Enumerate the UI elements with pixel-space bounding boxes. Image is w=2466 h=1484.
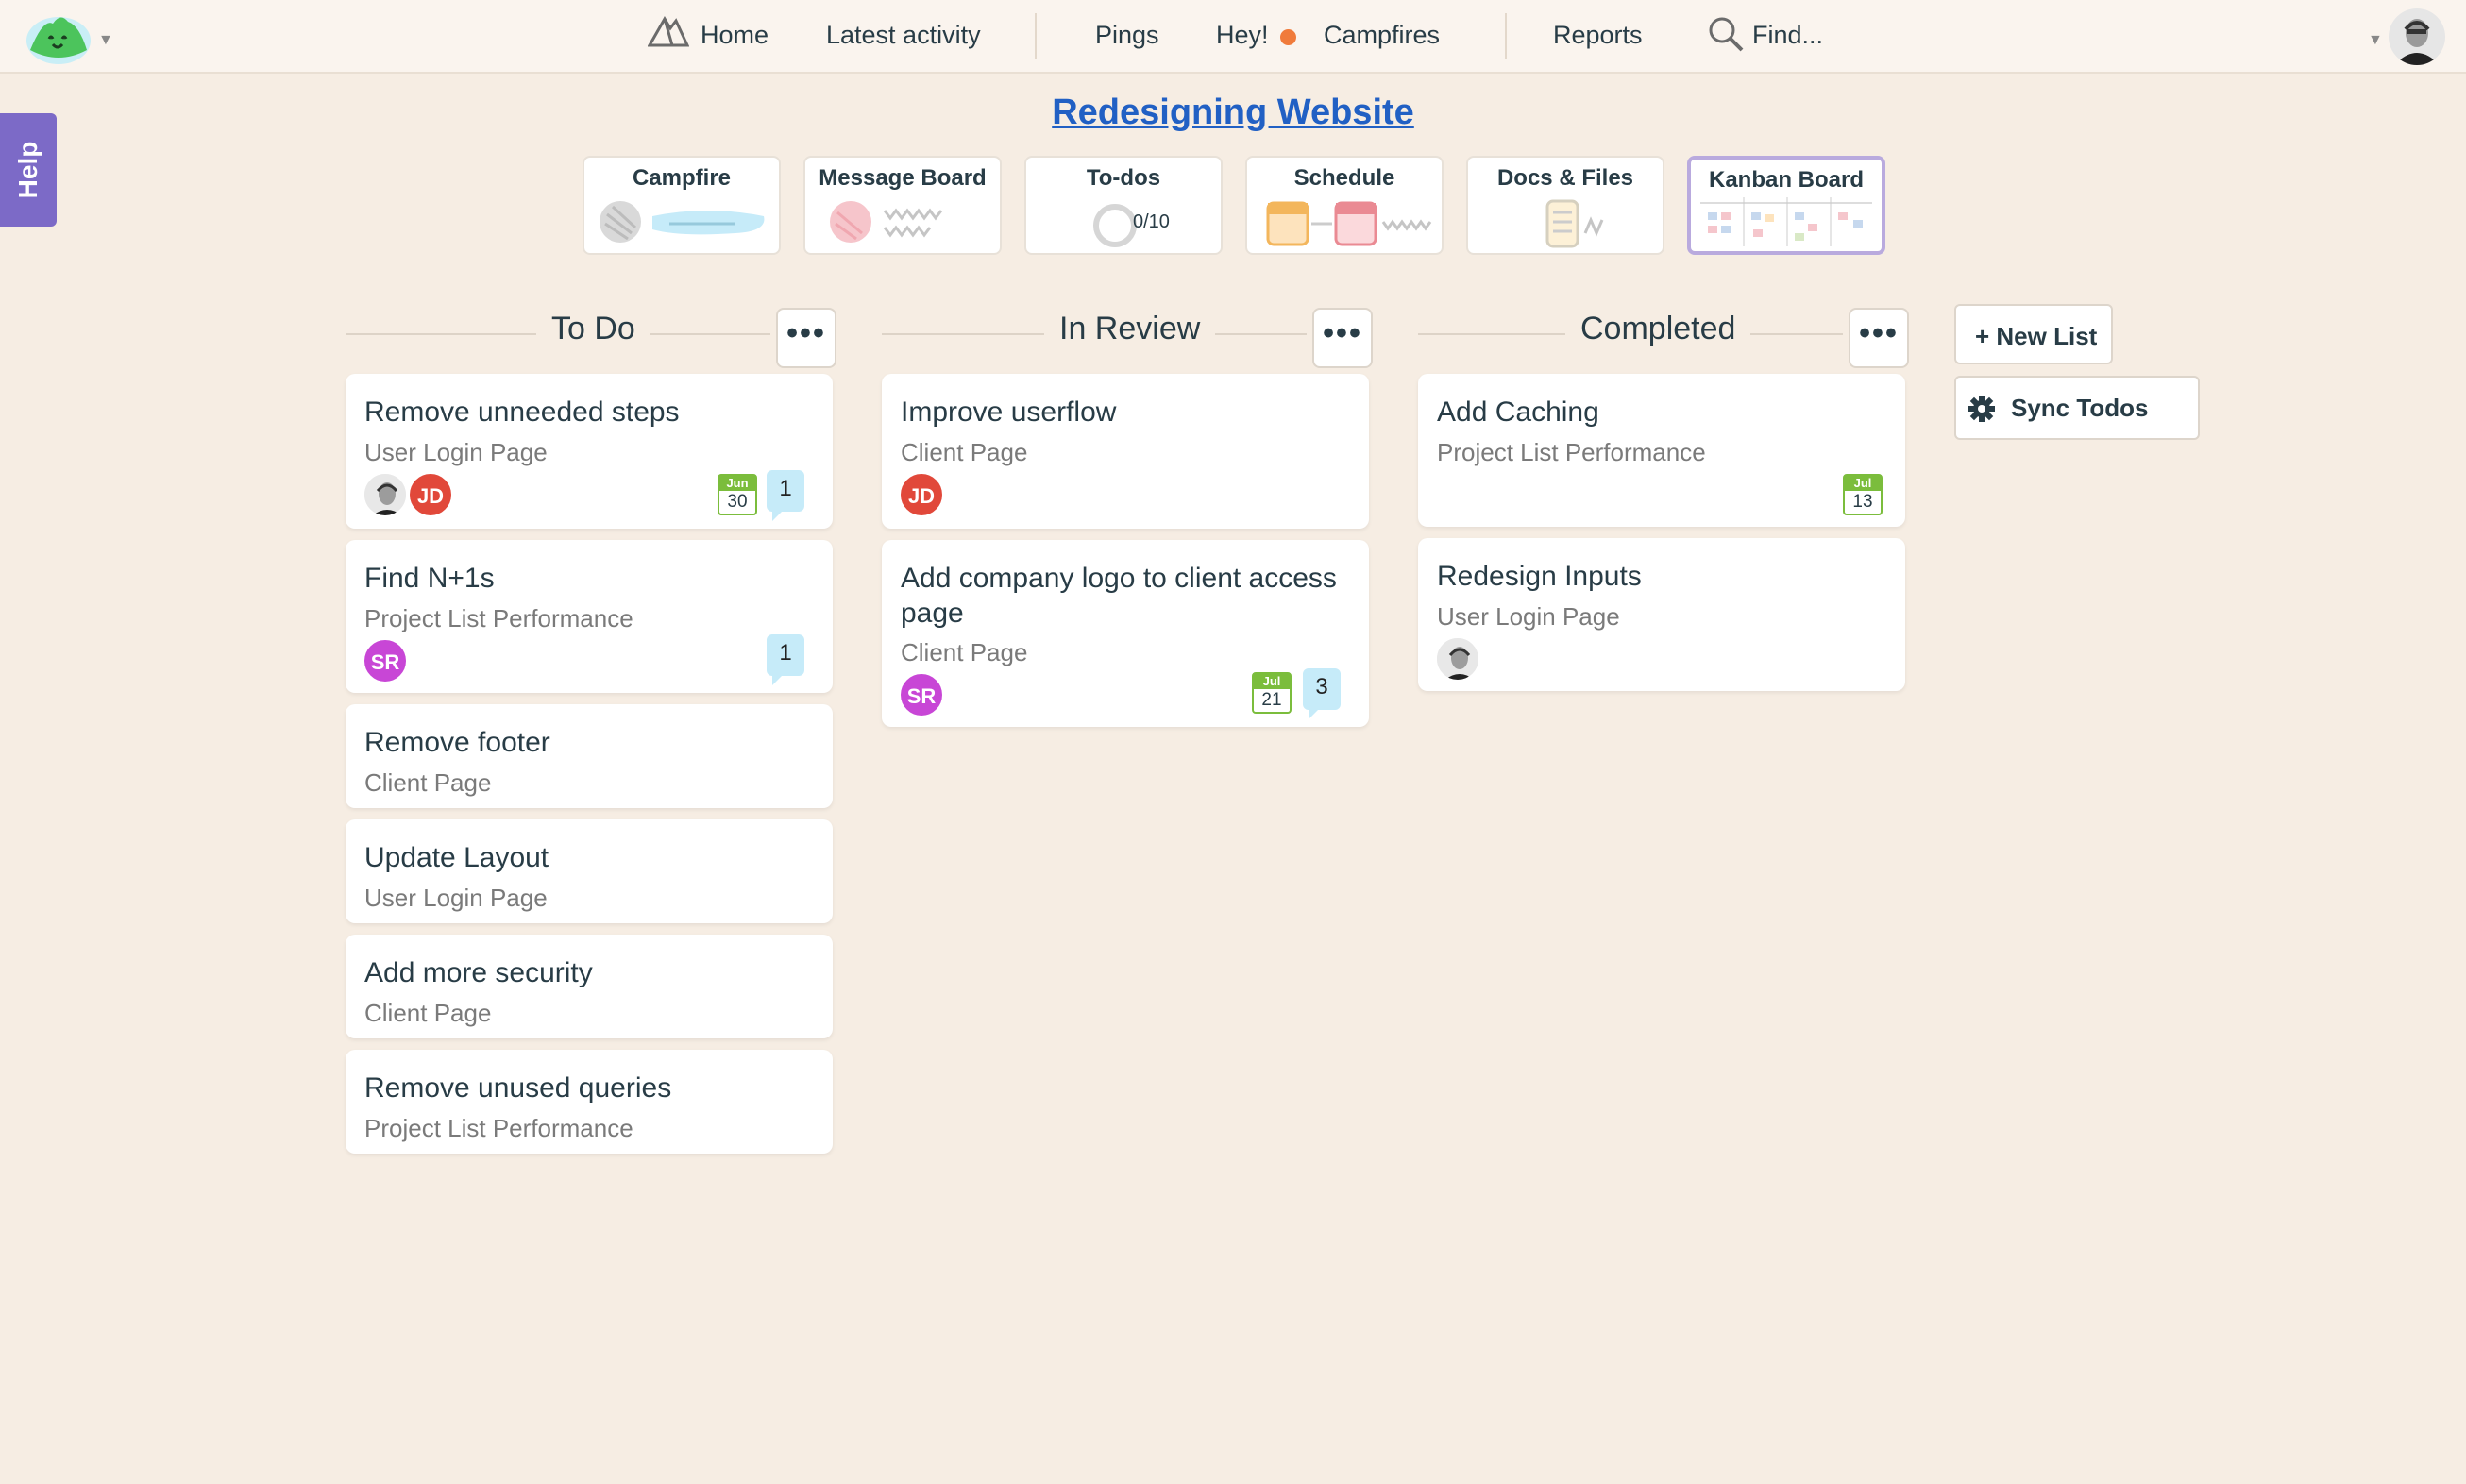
nav-campfires[interactable]: Campfires (1324, 21, 1440, 50)
card-remove-unused-queries[interactable]: Remove unused queries Project List Perfo… (346, 1050, 833, 1154)
card-subtitle: Client Page (364, 999, 492, 1027)
assignee-avatar-photo (1435, 636, 1480, 682)
due-date-badge: Jul 21 (1252, 672, 1292, 714)
column-header-in-review: In Review ••• (882, 305, 1373, 368)
assignee-avatar-sr: SR (363, 638, 408, 683)
todo-progress-ring-icon (1093, 204, 1137, 247)
column-title[interactable]: To Do (536, 311, 650, 347)
tool-campfire[interactable]: Campfire (583, 156, 781, 255)
tool-schedule[interactable]: Schedule (1245, 156, 1444, 255)
nav-divider (1035, 13, 1037, 59)
tool-title: Docs & Files (1496, 165, 1634, 191)
comment-count-badge[interactable]: 1 (767, 634, 804, 685)
gear-icon (1968, 396, 1995, 422)
campfire-preview-icon (600, 201, 765, 243)
card-title: Add Caching (1437, 396, 1599, 428)
hey-notification-dot (1280, 29, 1296, 45)
tool-todos[interactable]: To-dos 0/10 (1024, 156, 1223, 255)
nav-find-label: Find... (1752, 21, 1824, 49)
tool-docs-files[interactable]: Docs & Files (1466, 156, 1664, 255)
kanban-preview-icon (1700, 197, 1872, 246)
card-title: Improve userflow (901, 396, 1117, 428)
column-more-button[interactable]: ••• (776, 308, 836, 368)
card-title: Redesign Inputs (1437, 561, 1642, 592)
card-title: Remove unused queries (364, 1072, 672, 1104)
account-chevron-down-icon[interactable]: ▼ (2368, 32, 2383, 49)
home-icon (648, 16, 689, 47)
column-more-button[interactable]: ••• (1312, 308, 1373, 368)
card-subtitle: Client Page (901, 638, 1028, 666)
card-remove-unneeded-steps[interactable]: Remove unneeded steps User Login Page JD… (346, 374, 833, 529)
card-title: Add company logo to client access page (901, 563, 1337, 629)
tool-title: Schedule (1293, 165, 1395, 191)
assignee-avatar-jd: JD (408, 472, 453, 517)
new-list-button[interactable]: + New List (1954, 304, 2113, 364)
nav-hey[interactable]: Hey! (1216, 21, 1269, 50)
new-list-label: + New List (1975, 322, 2098, 350)
card-improve-userflow[interactable]: Improve userflow Client Page JD (882, 374, 1369, 529)
card-redesign-inputs[interactable]: Redesign Inputs User Login Page (1418, 538, 1905, 691)
tool-title: Message Board (819, 165, 987, 191)
docs-preview-icon (1545, 199, 1604, 248)
column-title[interactable]: Completed (1565, 311, 1751, 347)
help-label: Help (13, 141, 42, 199)
due-date-badge: Jun 30 (718, 474, 757, 515)
user-avatar[interactable] (2389, 8, 2445, 65)
card-title: Remove footer (364, 727, 550, 758)
card-subtitle: Project List Performance (1437, 438, 1706, 466)
tool-message-board[interactable]: Message Board (803, 156, 1002, 255)
card-subtitle: Project List Performance (364, 1114, 633, 1142)
card-remove-footer[interactable]: Remove footer Client Page (346, 704, 833, 808)
column-title[interactable]: In Review (1044, 311, 1216, 347)
assignee-avatar-sr: SR (899, 672, 944, 717)
comment-count-badge[interactable]: 1 (767, 470, 804, 521)
nav-home-label: Home (701, 21, 769, 49)
nav-reports[interactable]: Reports (1553, 21, 1643, 50)
card-subtitle: Client Page (364, 768, 492, 797)
card-update-layout[interactable]: Update Layout User Login Page (346, 819, 833, 923)
todo-progress: 0/10 (1133, 211, 1170, 232)
basecamp-logo-icon[interactable] (25, 8, 93, 65)
card-add-more-security[interactable]: Add more security Client Page (346, 935, 833, 1038)
card-find-n1s[interactable]: Find N+1s Project List Performance SR 1 (346, 540, 833, 693)
nav-latest-activity[interactable]: Latest activity (826, 21, 981, 50)
assignee-avatar-photo (363, 472, 408, 517)
tool-title: Campfire (632, 165, 732, 191)
card-subtitle: User Login Page (364, 438, 548, 466)
assignee-avatar-jd: JD (899, 472, 944, 517)
card-title: Find N+1s (364, 563, 495, 594)
nav-divider (1505, 13, 1507, 59)
nav-home[interactable]: Home (648, 16, 769, 50)
card-subtitle: User Login Page (1437, 602, 1620, 631)
column-header-to-do: To Do ••• (346, 305, 836, 368)
comment-count-badge[interactable]: 3 (1303, 668, 1341, 719)
sync-todos-label: Sync Todos (2011, 394, 2149, 422)
card-subtitle: Project List Performance (364, 604, 633, 632)
tool-title: Kanban Board (1708, 167, 1864, 193)
tool-title: To-dos (1086, 165, 1161, 191)
card-add-company-logo[interactable]: Add company logo to client access page C… (882, 540, 1369, 727)
sync-todos-button[interactable]: Sync Todos (1954, 376, 2200, 440)
card-subtitle: Client Page (901, 438, 1028, 466)
nav-find[interactable]: Find... (1707, 17, 1824, 52)
top-navigation: ▼ Home Latest activity Pings Hey! Campfi… (0, 0, 2466, 74)
card-title: Remove unneeded steps (364, 396, 680, 428)
logo-chevron-down-icon[interactable]: ▼ (98, 32, 113, 49)
card-add-caching[interactable]: Add Caching Project List Performance Jul… (1418, 374, 1905, 527)
message-board-preview-icon (830, 201, 943, 243)
nav-pings[interactable]: Pings (1095, 21, 1159, 50)
card-title: Add more security (364, 957, 593, 988)
tool-kanban-board[interactable]: Kanban Board (1687, 156, 1885, 255)
project-title[interactable]: Redesigning Website (0, 93, 2466, 133)
schedule-preview-icon (1266, 201, 1432, 246)
card-title: Update Layout (364, 842, 549, 873)
due-date-badge: Jul 13 (1843, 474, 1883, 515)
card-subtitle: User Login Page (364, 884, 548, 912)
search-icon (1709, 17, 1744, 52)
column-more-button[interactable]: ••• (1849, 308, 1909, 368)
column-header-completed: Completed ••• (1418, 305, 1909, 368)
